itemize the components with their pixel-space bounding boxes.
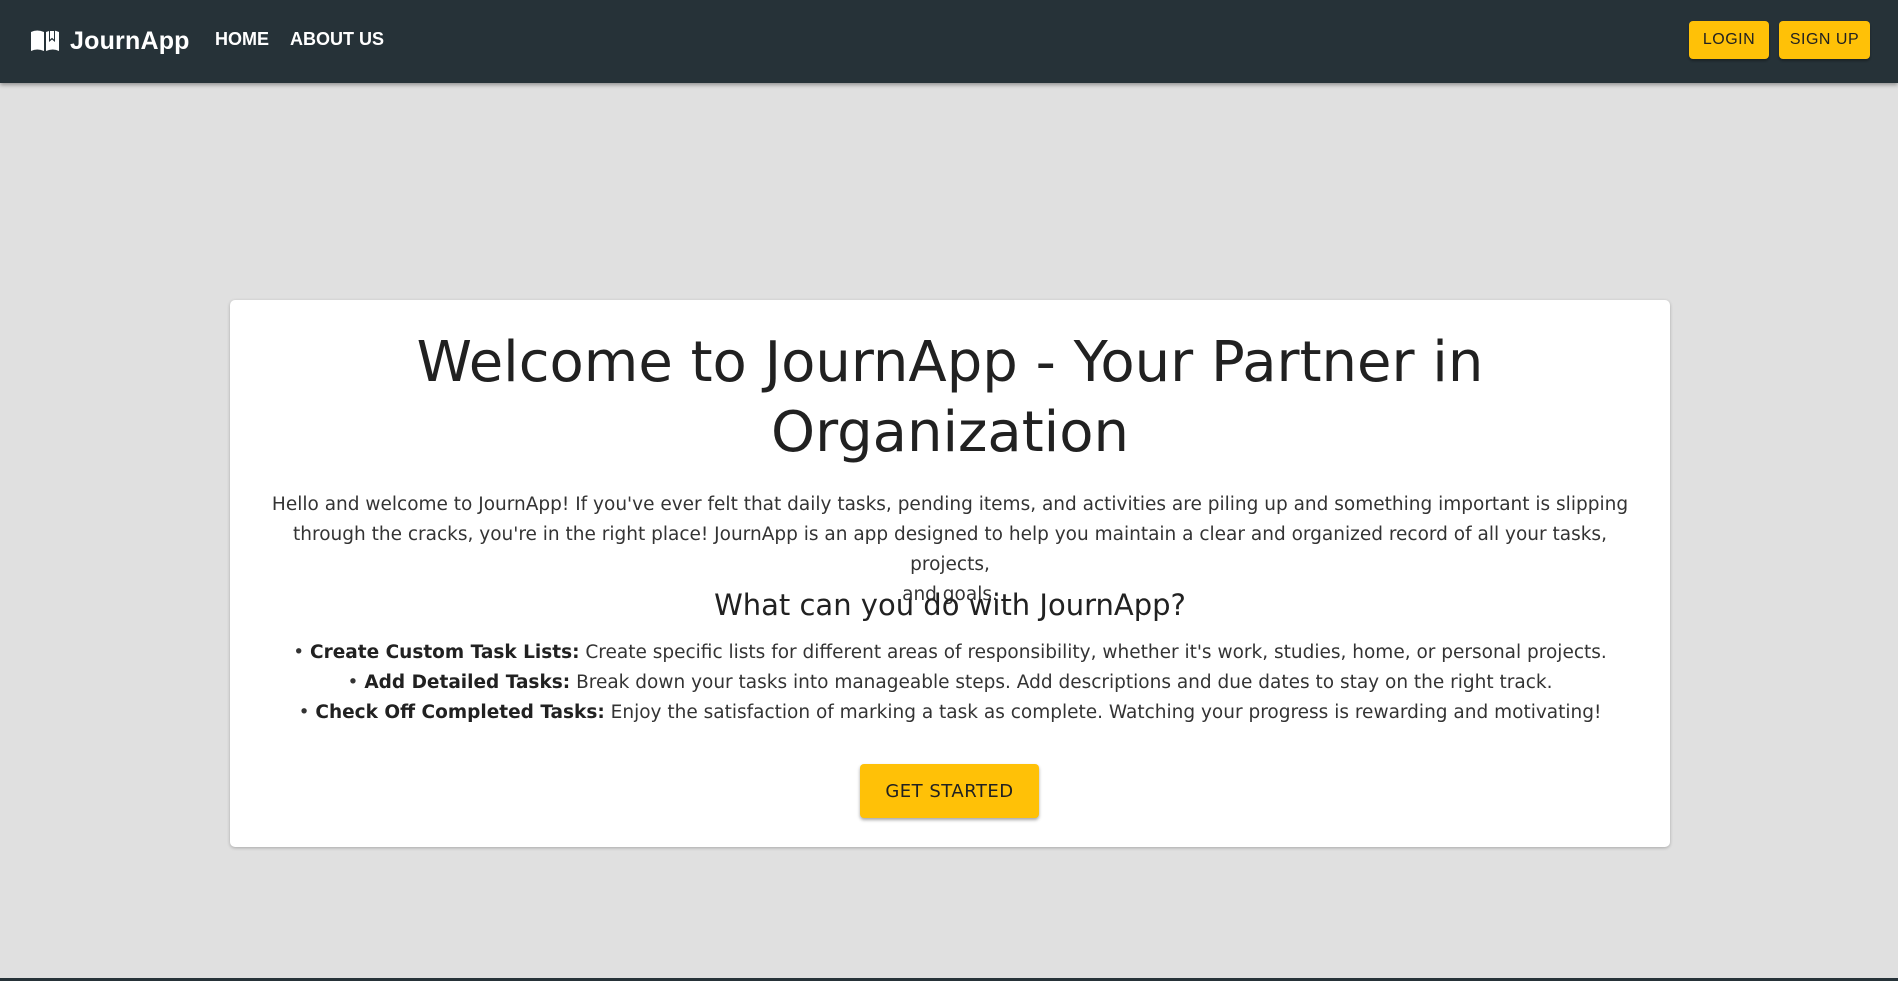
open-book-icon bbox=[31, 30, 59, 51]
brand-name: JournApp bbox=[70, 26, 190, 55]
feature-text: Break down your tasks into manageable st… bbox=[576, 672, 1553, 693]
get-started-button[interactable]: GET STARTED bbox=[860, 764, 1039, 818]
bullet: • bbox=[347, 672, 359, 693]
bullet: • bbox=[298, 702, 310, 723]
intro-line-2: through the cracks, you're in the right … bbox=[293, 524, 1607, 575]
nav-link-home[interactable]: HOME bbox=[215, 29, 269, 50]
page-title-line-2: Organization bbox=[770, 400, 1129, 465]
features-heading: What can you do with JournApp? bbox=[714, 588, 1186, 622]
login-button[interactable]: LOGIN bbox=[1689, 21, 1769, 59]
feature-text: Enjoy the satisfaction of marking a task… bbox=[610, 702, 1602, 723]
feature-title: Create Custom Task Lists: bbox=[310, 642, 580, 663]
feature-item: • Add Detailed Tasks: Break down your ta… bbox=[230, 668, 1670, 698]
welcome-card: Welcome to JournApp - Your Partner in Or… bbox=[230, 300, 1670, 847]
features-list: • Create Custom Task Lists: Create speci… bbox=[230, 638, 1670, 728]
feature-title: Add Detailed Tasks: bbox=[364, 672, 571, 693]
intro-line-1: Hello and welcome to JournApp! If you've… bbox=[271, 494, 1629, 515]
bullet: • bbox=[293, 642, 305, 663]
feature-title: Check Off Completed Tasks: bbox=[315, 702, 605, 723]
page-title-line-1: Welcome to JournApp - Your Partner in bbox=[416, 330, 1484, 395]
feature-item: • Create Custom Task Lists: Create speci… bbox=[230, 638, 1670, 668]
sign-up-button[interactable]: SIGN UP bbox=[1779, 21, 1870, 59]
brand-logo[interactable]: JournApp bbox=[30, 24, 190, 58]
feature-text: Create specific lists for different area… bbox=[585, 642, 1607, 663]
page-title: Welcome to JournApp - Your Partner in Or… bbox=[230, 328, 1670, 468]
nav-link-about-us[interactable]: ABOUT US bbox=[290, 29, 384, 50]
feature-item: • Check Off Completed Tasks: Enjoy the s… bbox=[230, 698, 1670, 728]
top-navbar: JournApp HOME ABOUT US LOGIN SIGN UP bbox=[0, 0, 1898, 83]
